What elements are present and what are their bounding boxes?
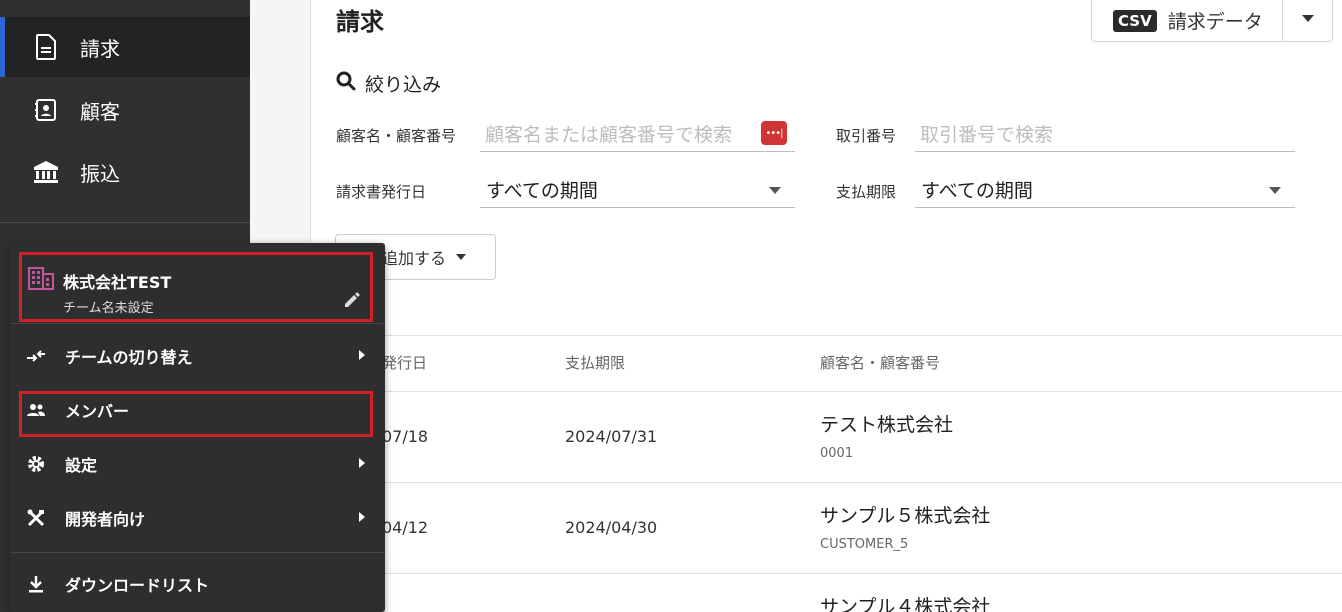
sidebar-item-label: 請求: [80, 36, 120, 61]
issue-date-cell: 04/12: [382, 518, 429, 537]
chevron-down-icon: [1269, 187, 1281, 194]
menu-item-label: メンバー: [65, 402, 130, 421]
issue-date-cell: 07/18: [382, 427, 429, 446]
password-manager-icon[interactable]: •••|: [761, 121, 787, 145]
menu-item-switch-team[interactable]: チームの切り替え: [10, 332, 385, 380]
team-subtitle: チーム名未設定: [63, 301, 154, 316]
menu-item-label: ダウンロードリスト: [65, 576, 210, 595]
table-divider: [311, 335, 1342, 336]
due-date-cell: 2024/04/30: [565, 518, 658, 537]
menu-item-members[interactable]: メンバー: [10, 386, 385, 434]
column-header-customer[interactable]: 顧客名・顧客番号: [820, 352, 940, 373]
swap-icon: [25, 349, 47, 363]
table-row-divider: [311, 573, 1342, 574]
customer-name-cell: サンプル４株式会社: [820, 596, 991, 612]
menu-item-label: チームの切り替え: [65, 348, 193, 367]
column-header-issue-date[interactable]: 発行日: [382, 352, 427, 373]
chevron-down-icon: [769, 187, 781, 194]
team-name: 株式会社TEST: [63, 273, 172, 292]
customer-name-cell: テスト株式会社: [820, 414, 954, 436]
table-row-divider: [311, 482, 1342, 483]
current-team-card[interactable]: 株式会社TEST チーム名未設定: [19, 252, 373, 322]
sidebar-item-customers[interactable]: 顧客: [0, 80, 250, 140]
chevron-right-icon: [359, 512, 365, 522]
menu-item-download-list[interactable]: ダウンロードリスト: [10, 560, 385, 608]
sidebar-item-label: 振込: [80, 161, 120, 186]
customer-code-cell: 0001: [820, 446, 854, 461]
chevron-right-icon: [359, 458, 365, 468]
customer-search-input[interactable]: 顧客名または顧客番号で検索 •••|: [480, 116, 795, 152]
people-icon: [25, 403, 47, 417]
account-menu: 株式会社TEST チーム名未設定 チームの切り替え メンバー 設定 開発者向け: [10, 243, 385, 612]
due-date-value: すべての期間: [921, 180, 1033, 202]
sidebar-item-transfers[interactable]: 振込: [0, 142, 250, 202]
download-icon: [25, 575, 47, 593]
menu-item-label: 開発者向け: [65, 510, 146, 529]
menu-divider: [10, 323, 385, 324]
menu-item-label: 設定: [65, 456, 98, 475]
pencil-icon[interactable]: [344, 292, 360, 312]
customer-search-placeholder: 顧客名または顧客番号で検索: [485, 124, 733, 146]
invoice-date-filter-label: 請求書発行日: [336, 183, 427, 201]
document-icon: [33, 34, 59, 60]
due-date-cell: 2024/07/31: [565, 427, 658, 446]
menu-divider: [10, 552, 385, 553]
due-date-select[interactable]: すべての期間: [915, 172, 1295, 208]
chevron-down-icon: [456, 254, 467, 260]
invoice-date-value: すべての期間: [486, 180, 598, 202]
sidebar-item-label: 顧客: [80, 99, 120, 124]
customer-code-cell: CUSTOMER_5: [820, 537, 909, 552]
tools-icon: [25, 509, 47, 527]
filter-heading-label: 絞り込み: [365, 74, 442, 96]
menu-item-developer[interactable]: 開発者向け: [10, 494, 385, 542]
invoice-date-select[interactable]: すべての期間: [480, 172, 795, 208]
column-header-due-date[interactable]: 支払期限: [565, 352, 625, 373]
csv-export-button[interactable]: CSV 請求データ: [1091, 0, 1333, 42]
building-icon: [28, 266, 54, 294]
transaction-search-placeholder: 取引番号で検索: [920, 124, 1054, 146]
search-icon: [336, 71, 356, 96]
bank-icon: [33, 159, 59, 185]
contact-card-icon: [33, 97, 59, 123]
page-title: 請求: [336, 8, 384, 36]
chevron-down-icon[interactable]: [1302, 15, 1314, 22]
transaction-filter-label: 取引番号: [836, 127, 897, 145]
filter-heading: 絞り込み: [336, 70, 441, 97]
transaction-search-input[interactable]: 取引番号で検索: [915, 116, 1295, 152]
menu-item-settings[interactable]: 設定: [10, 440, 385, 488]
chevron-right-icon: [359, 350, 365, 360]
sidebar-divider: [0, 222, 250, 223]
sidebar-item-invoices[interactable]: 請求: [0, 17, 250, 77]
csv-export-label: 請求データ: [1167, 11, 1263, 33]
gear-icon: [25, 455, 47, 473]
csv-button-divider: [1282, 0, 1283, 42]
customer-filter-label: 顧客名・顧客番号: [336, 127, 457, 145]
customer-name-cell: サンプル５株式会社: [820, 505, 991, 527]
table-row-divider: [311, 391, 1342, 392]
due-date-filter-label: 支払期限: [836, 183, 897, 201]
csv-badge: CSV: [1113, 9, 1157, 32]
